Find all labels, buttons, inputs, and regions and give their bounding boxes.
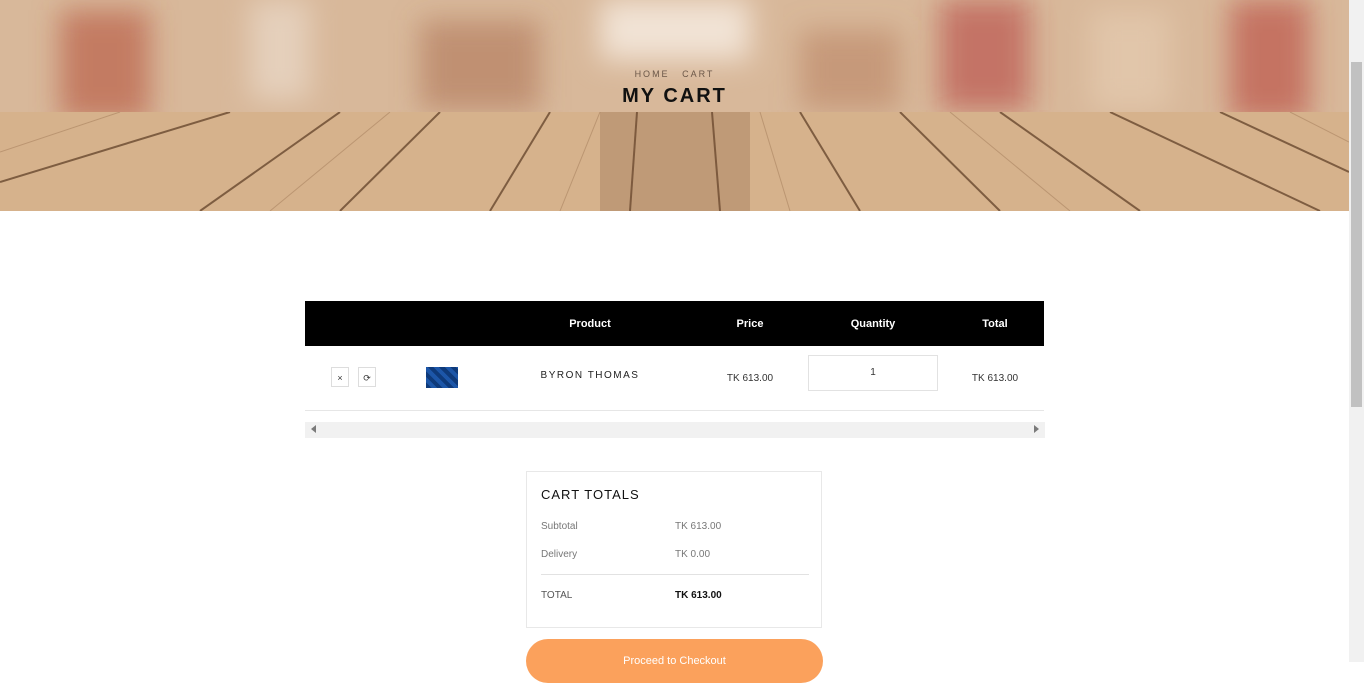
remove-item-button[interactable]: ×: [331, 367, 349, 387]
breadcrumb: HOME CART: [0, 69, 1349, 79]
column-image: [405, 301, 480, 346]
column-price: Price: [736, 318, 764, 330]
page-scrollbar[interactable]: [1349, 0, 1364, 662]
cart-table: Product Price Quantity Total × ⟳ BYRON T…: [305, 301, 1044, 411]
close-icon: ×: [337, 373, 343, 383]
product-name-link[interactable]: BYRON THOMAS: [520, 370, 660, 381]
horizontal-scrollbar[interactable]: [305, 422, 1045, 438]
proceed-to-checkout-button[interactable]: Proceed to Checkout: [526, 639, 823, 683]
scroll-right-arrow-icon[interactable]: [1034, 425, 1039, 433]
total-value: TK 613.00: [675, 590, 722, 601]
column-total: Total: [982, 318, 1008, 330]
delivery-label: Delivery: [541, 549, 578, 560]
subtotal-label: Subtotal: [541, 521, 578, 532]
product-thumbnail[interactable]: [426, 367, 458, 388]
delivery-value: TK 0.00: [675, 549, 711, 560]
hero-banner: HOME CART MY CART: [0, 0, 1349, 211]
scroll-left-arrow-icon[interactable]: [311, 425, 316, 433]
cart-totals-title: CART TOTALS: [541, 487, 640, 502]
table-header: Product Price Quantity Total: [305, 301, 1044, 346]
column-quantity: Quantity: [850, 318, 896, 330]
page-scrollbar-thumb[interactable]: [1351, 62, 1362, 407]
product-total: TK 613.00: [971, 373, 1019, 384]
table-row: × ⟳ BYRON THOMAS TK 613.00 1 TK 613.00: [305, 346, 1044, 411]
subtotal-value: TK 613.00: [675, 521, 722, 532]
refresh-icon: ⟳: [363, 373, 371, 383]
quantity-input[interactable]: 1: [808, 355, 938, 391]
hero-floor-image: [0, 112, 1349, 211]
breadcrumb-home-link[interactable]: HOME: [635, 69, 670, 79]
page-title: MY CART: [622, 85, 727, 107]
product-price: TK 613.00: [726, 373, 774, 384]
total-label: TOTAL: [541, 590, 573, 601]
breadcrumb-cart: CART: [682, 69, 715, 79]
update-item-button[interactable]: ⟳: [358, 367, 376, 387]
column-product: Product: [569, 318, 611, 330]
cart-totals-panel: CART TOTALS Subtotal TK 613.00 Delivery …: [526, 471, 822, 628]
column-remove: [305, 301, 375, 346]
totals-divider: [541, 574, 809, 575]
